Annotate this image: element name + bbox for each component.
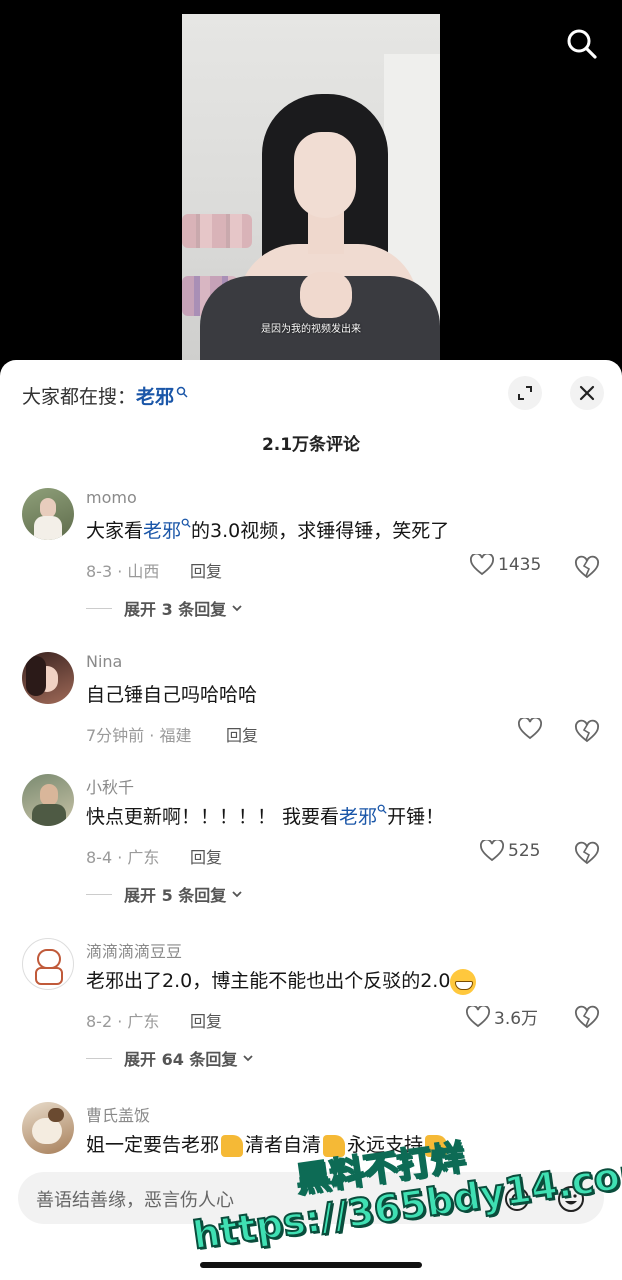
video-frame[interactable]: 是因为我的视频发出来 xyxy=(182,14,440,360)
comment-meta: 8-4 · 广东 xyxy=(86,848,160,867)
comment-text: 姐一定要告老邪 清者自清 永远支持 xyxy=(86,1130,449,1157)
comment-meta: 8-3 · 山西 xyxy=(86,562,160,581)
expand-replies-label: 展开 5 条回复 xyxy=(124,886,227,905)
comment-text-part: 开锤！ xyxy=(387,806,445,828)
broken-heart-icon[interactable] xyxy=(574,554,600,580)
comment-text: 自己锤自己吗哈哈哈 xyxy=(86,684,258,706)
like-button[interactable] xyxy=(518,718,546,740)
home-indicator[interactable] xyxy=(200,1262,422,1268)
video-person-face xyxy=(294,132,356,218)
comment-meta: 8-2 · 广东 xyxy=(86,1012,160,1031)
thumbs-up-emoji-icon xyxy=(323,1134,346,1157)
comment-text-part: 大家看 xyxy=(86,520,144,542)
broken-heart-icon[interactable] xyxy=(574,840,600,866)
mini-search-icon xyxy=(176,386,188,398)
hot-search-link[interactable]: 大家都在搜： 老邪 xyxy=(22,382,188,409)
comment-text-part: 姐一定要告老邪 xyxy=(86,1134,220,1156)
avatar[interactable] xyxy=(22,774,74,826)
comment-username[interactable]: 滴滴滴滴豆豆 xyxy=(86,938,182,962)
heart-icon xyxy=(470,554,494,576)
reply-button[interactable]: 回复 xyxy=(190,844,222,868)
like-count: 1435 xyxy=(498,555,542,575)
hot-search-prefix: 大家都在搜： xyxy=(22,386,137,408)
expand-icon xyxy=(518,386,532,400)
heart-icon xyxy=(466,1005,490,1027)
comment-username[interactable]: 曹氏盖饭 xyxy=(86,1102,150,1126)
comment-input[interactable]: 善语结善缘，恶言伤人心 xyxy=(18,1172,604,1224)
comment-text-part: 清者自清 xyxy=(245,1134,322,1156)
comment-text-part: 永远支持 xyxy=(347,1134,424,1156)
like-count: 3.6万 xyxy=(494,1009,539,1029)
comment-count: 2.1万条评论 xyxy=(261,435,361,455)
at-mention-icon[interactable] xyxy=(502,1184,532,1214)
comment-text: 快点更新啊！！！！！ 我要看老邪 开锤！ xyxy=(86,802,444,829)
comment-keyword-link[interactable]: 老邪 xyxy=(143,520,181,542)
comment-meta: 7分钟前 · 福建 xyxy=(86,726,192,745)
mini-search-icon xyxy=(181,518,191,528)
video-player[interactable]: 是因为我的视频发出来 xyxy=(0,0,622,380)
divider xyxy=(86,607,112,609)
mini-search-icon xyxy=(377,804,387,814)
like-button[interactable]: 525 xyxy=(480,840,540,862)
comment-text-part: 老邪出了2.0，博主能不能也出个反驳的2.0 xyxy=(86,970,451,992)
chevron-down-icon xyxy=(232,891,242,898)
comment-text: 大家看老邪 的3.0视频，求锤得锤，笑死了 xyxy=(86,516,449,543)
heart-icon xyxy=(518,718,542,740)
search-icon[interactable] xyxy=(564,26,600,62)
comment-text-part: 快点更新啊！！！！！ 我要看 xyxy=(86,806,340,828)
expand-replies-button[interactable]: 展开 64 条回复 xyxy=(86,1046,255,1070)
chevron-down-icon xyxy=(243,1055,254,1062)
video-bg-plush-shelf xyxy=(182,214,252,248)
comment-username[interactable]: Nina xyxy=(86,652,122,671)
thumbs-up-emoji-icon xyxy=(221,1134,244,1157)
comment-username[interactable]: 小秋千 xyxy=(86,774,134,798)
comment-input-placeholder: 善语结善缘，恶言伤人心 xyxy=(36,1190,234,1211)
heart-icon xyxy=(480,840,504,862)
expand-replies-label: 展开 3 条回复 xyxy=(124,600,227,619)
close-button[interactable] xyxy=(570,376,604,410)
expand-replies-button[interactable]: 展开 3 条回复 xyxy=(86,596,244,620)
comment-text-part: 的3.0视频，求锤得锤，笑死了 xyxy=(191,520,450,542)
avatar[interactable] xyxy=(22,1102,74,1154)
comment-text: 老邪出了2.0，博主能不能也出个反驳的2.0 xyxy=(86,966,477,995)
comment-item: 曹氏盖饭 姐一定要告老邪 清者自清 永远支持 xyxy=(0,1102,622,1164)
comment-username[interactable]: momo xyxy=(86,488,137,507)
avatar[interactable] xyxy=(22,652,74,704)
broken-heart-icon[interactable] xyxy=(574,1004,600,1030)
avatar[interactable] xyxy=(22,488,74,540)
divider xyxy=(86,1057,112,1059)
sheet-header: 大家都在搜： 老邪 xyxy=(0,360,622,430)
comment-keyword-link[interactable]: 老邪 xyxy=(339,806,377,828)
avatar[interactable] xyxy=(22,938,74,990)
hot-search-keyword[interactable]: 老邪 xyxy=(136,382,174,409)
broken-heart-icon[interactable] xyxy=(574,718,600,744)
like-count: 525 xyxy=(508,841,541,861)
expand-replies-button[interactable]: 展开 5 条回复 xyxy=(86,882,244,906)
thumbs-up-emoji-icon xyxy=(425,1134,448,1157)
reply-button[interactable]: 回复 xyxy=(190,558,222,582)
video-person-hands xyxy=(300,272,352,318)
chevron-down-icon xyxy=(232,605,242,612)
reply-button[interactable]: 回复 xyxy=(190,1008,222,1032)
close-icon xyxy=(579,385,595,401)
divider xyxy=(86,893,112,895)
expand-fullscreen-button[interactable] xyxy=(508,376,542,410)
reply-button[interactable]: 回复 xyxy=(226,722,258,746)
expand-replies-label: 展开 64 条回复 xyxy=(124,1050,238,1069)
emoji-icon[interactable] xyxy=(556,1184,586,1214)
video-subtitle: 是因为我的视频发出来 xyxy=(261,324,361,335)
like-button[interactable]: 1435 xyxy=(470,554,541,576)
grin-emoji-icon xyxy=(450,968,477,995)
like-button[interactable]: 3.6万 xyxy=(466,1004,538,1029)
